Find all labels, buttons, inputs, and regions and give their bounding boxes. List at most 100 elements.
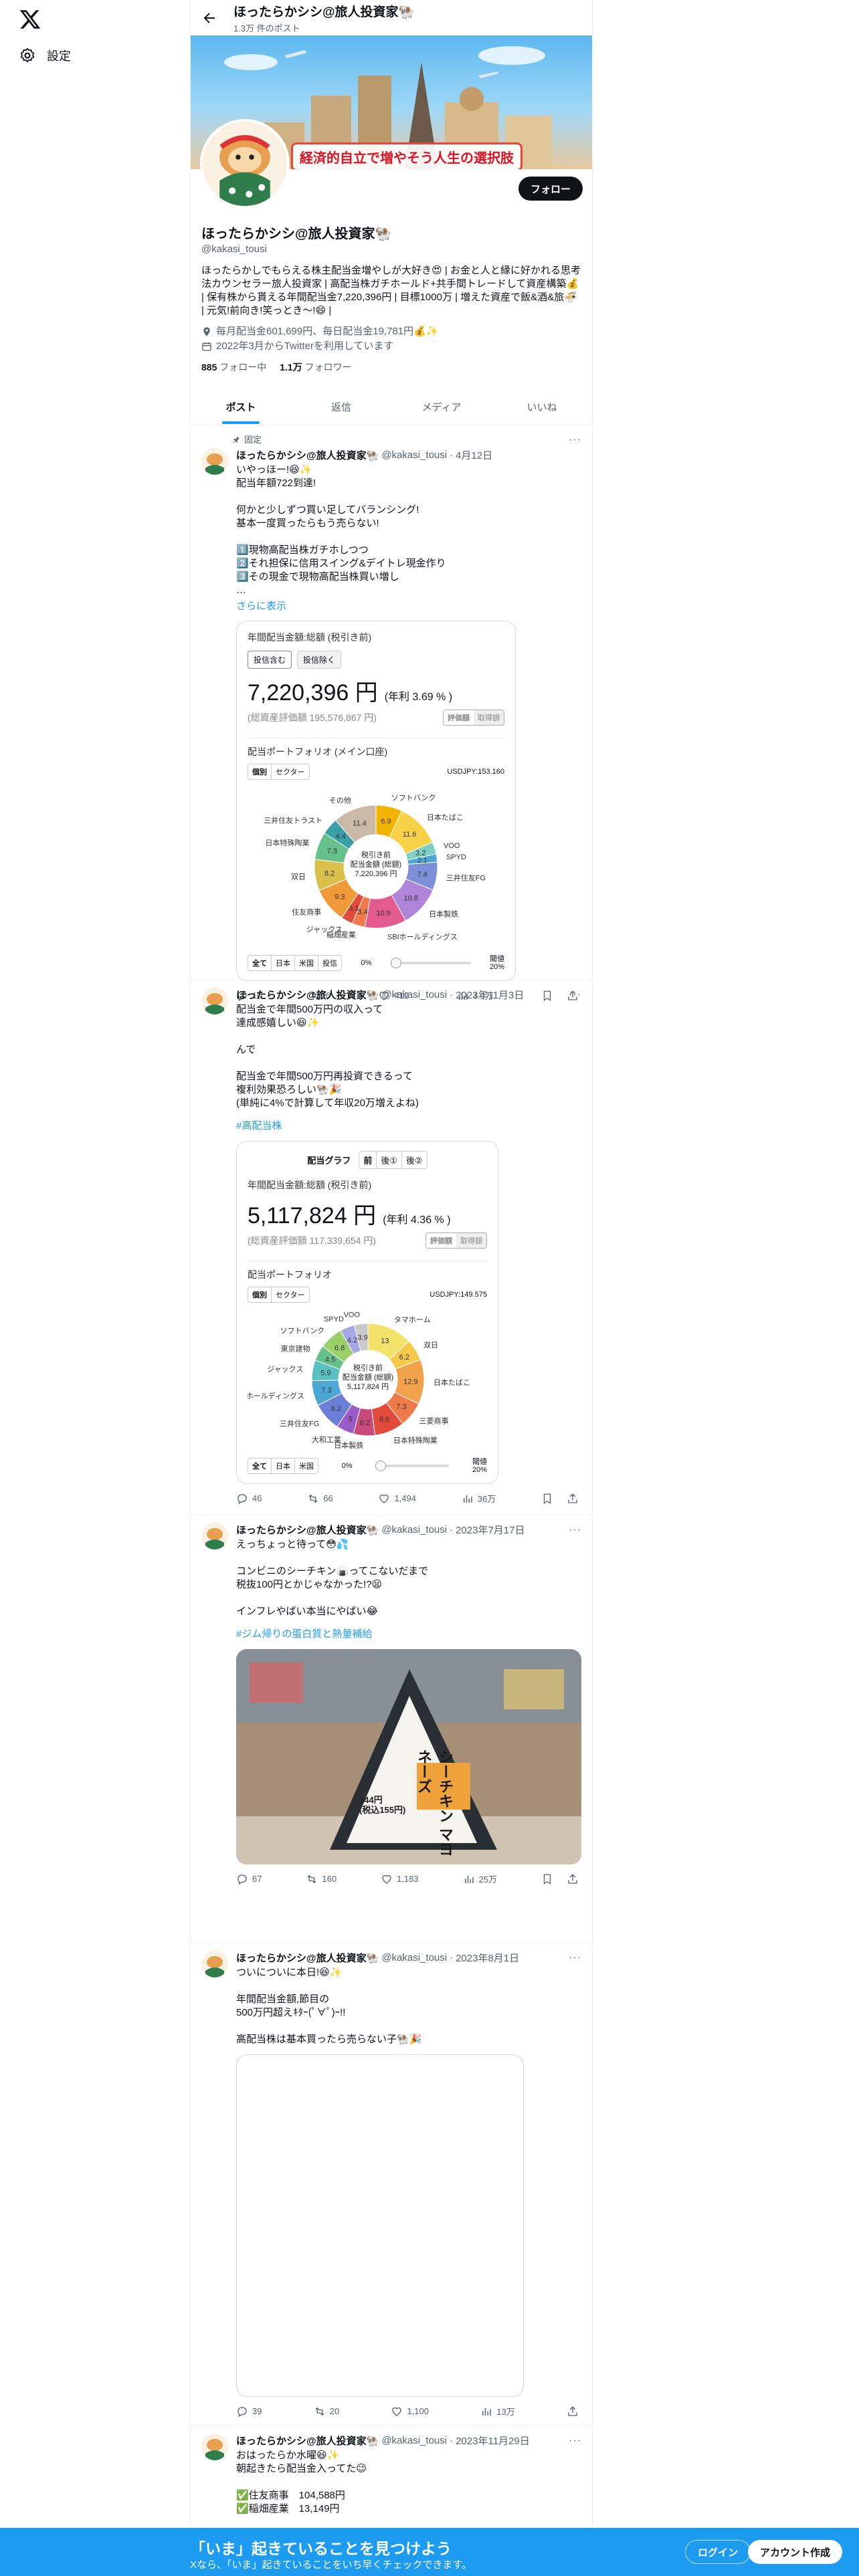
share-icon[interactable]	[567, 1873, 579, 1885]
followers-link[interactable]: 1.1万 フォロワー	[280, 360, 351, 374]
tweet-date[interactable]: 2023年11月29日	[456, 2434, 530, 2448]
reply-button[interactable]: 67	[236, 1872, 262, 1885]
tweet-avatar[interactable]	[201, 988, 228, 1014]
slice-category-label: 住友商事	[292, 907, 321, 916]
tweet[interactable]: ··· ほったらかシシ@旅人投資家🐏 @kakasi_tousi · 2023年…	[191, 1943, 592, 2426]
tab-japan: 日本	[272, 1459, 295, 1473]
retweet-button[interactable]: 66	[307, 1492, 333, 1505]
slice-value-label: 8.6	[379, 1416, 389, 1424]
dividend-card[interactable]: 年間配当金額:総額 (税引き前) 投信含む 投信除く 7,220,396 円 (…	[236, 621, 516, 981]
tab-likes[interactable]: いいね	[492, 390, 592, 424]
onigiri-photo[interactable]: シーチキン マヨネーズ 144円 (税込155円)	[236, 1649, 581, 1864]
tweet-avatar[interactable]	[201, 1523, 228, 1549]
heart-icon	[382, 1874, 391, 1884]
profile-avatar[interactable]	[200, 119, 290, 209]
meta-row-dividend: 毎月配当金601,699円、毎日配当金19,781円💰✨	[201, 324, 581, 339]
graph-tabs: 前 後① 後②	[359, 1151, 427, 1169]
dividend-card[interactable]: 配当グラフ 前 後① 後② 年間配当金額:総額 (税引き前) 5,117,824…	[236, 1141, 498, 1484]
tab-all: 全て	[248, 956, 272, 970]
views-icon	[482, 2407, 491, 2416]
tweet-more-icon[interactable]: ···	[569, 1952, 581, 1964]
views-button[interactable]: 36万	[462, 1492, 496, 1505]
slice-category-label: 三井住友FG	[280, 1419, 319, 1428]
annual-dividend: 7,220,396 円 (年利 3.69 % )	[248, 674, 504, 707]
login-button[interactable]: ログイン	[685, 2540, 751, 2564]
tweet-more-icon[interactable]: ···	[569, 989, 581, 1001]
bookmark-icon[interactable]	[541, 1493, 553, 1505]
share-icon[interactable]	[567, 2405, 579, 2418]
view-count: 13万	[496, 2407, 515, 2417]
follow-button[interactable]: フォロー	[518, 177, 583, 201]
profile-bio: ほったらかしでもらえる株主配当金増やしが大好き😍 | お金と人と縁に好かれる思考…	[201, 265, 581, 316]
retweet-button[interactable]: 20	[314, 2405, 339, 2418]
slider-label: 閾値	[489, 955, 504, 963]
slider-max-block: 閾値 20%	[472, 1458, 487, 1474]
tweet-date[interactable]: 4月12日	[456, 448, 492, 462]
tweet-avatar[interactable]	[201, 2434, 228, 2460]
tweet[interactable]: ··· ほったらかシシ@旅人投資家🐏 @kakasi_tousi · 2023年…	[191, 980, 592, 1515]
tweet-author-name[interactable]: ほったらかシシ@旅人投資家🐏	[236, 1523, 379, 1537]
tweet-more-icon[interactable]: ···	[569, 434, 581, 446]
tweet-author-name[interactable]: ほったらかシシ@旅人投資家🐏	[236, 448, 379, 462]
tweet-text: いやっほー!😆✨ 配当年額722到達! 何かと少しずつ買い足してバランシング! …	[236, 464, 446, 596]
slider-min: 0%	[341, 1462, 353, 1470]
tweet-author-name[interactable]: ほったらかシシ@旅人投資家🐏	[236, 2434, 379, 2448]
tab-media[interactable]: メディア	[391, 390, 492, 424]
onigiri-image	[236, 1649, 581, 1864]
signup-banner: 「いま」起きていることを見つけよう Xなら、「いま」起きていることをいち早くチェ…	[0, 2528, 859, 2576]
banner-slogan: 経済的自立で増やそう人生の選択肢	[291, 142, 522, 169]
card-footer: 全て 日本 米国 0% 閾値 20%	[248, 1458, 487, 1474]
price-with-tax: (税込155円)	[359, 1805, 406, 1815]
tweet-author-name[interactable]: ほったらかシシ@旅人投資家🐏	[236, 988, 379, 1002]
like-count: 1,100	[407, 2406, 429, 2416]
like-button[interactable]: 1,100	[391, 2405, 429, 2418]
tweet-author-handle: @kakasi_tousi	[381, 1952, 448, 1963]
views-button[interactable]: 13万	[480, 2405, 515, 2418]
bookmark-and-share	[541, 1872, 579, 1885]
media-placeholder[interactable]	[236, 2054, 524, 2397]
reply-button[interactable]: 46	[236, 1492, 262, 1505]
slice-category-label: 三井住友FG	[446, 873, 486, 883]
tweet[interactable]: ··· ほったらかシシ@旅人投資家🐏 @kakasi_tousi · 2023年…	[191, 1515, 592, 1943]
like-button[interactable]: 1,494	[378, 1492, 416, 1505]
reply-icon	[237, 1874, 247, 1885]
tweet-date[interactable]: 2023年8月1日	[456, 1951, 519, 1965]
tab-replies[interactable]: 返信	[291, 390, 391, 424]
signup-subtitle: Xなら、「いま」起きていることをいち早くチェックできます。	[190, 2559, 472, 2571]
tweet-author-name[interactable]: ほったらかシシ@旅人投資家🐏	[236, 1951, 379, 1965]
bookmark-icon[interactable]	[541, 1873, 553, 1885]
slice-category-label: ジャックス	[306, 925, 343, 934]
tweet-date[interactable]: 2023年7月17日	[456, 1523, 524, 1537]
following-link[interactable]: 885 フォロー中	[201, 360, 266, 374]
toggle-valuation: 評価額	[444, 710, 474, 725]
like-button[interactable]: 1,183	[381, 1872, 419, 1885]
show-more-link[interactable]: さらに表示	[236, 599, 581, 613]
settings-link[interactable]: 設定	[19, 47, 71, 64]
retweet-button[interactable]: 160	[306, 1872, 337, 1885]
views-button[interactable]: 25万	[463, 1872, 497, 1885]
dividend-rate: (年利 4.36 % )	[383, 1214, 451, 1226]
slice-value-label: 9.3	[335, 893, 345, 901]
reply-button[interactable]: 39	[236, 2405, 262, 2418]
tweet-more-icon[interactable]: ···	[569, 2435, 581, 2447]
tab-all: 全て	[248, 1459, 272, 1473]
tweet-more-icon[interactable]: ···	[569, 1524, 581, 1536]
x-logo-icon[interactable]	[19, 8, 41, 31]
donut-center-label: 配当金額 (総額)	[343, 1372, 393, 1382]
following-label: フォロー中	[219, 362, 267, 372]
tab-posts[interactable]: ポスト	[191, 390, 291, 424]
back-arrow-icon[interactable]	[201, 10, 217, 26]
tweet-avatar[interactable]	[201, 448, 228, 475]
hashtag-link[interactable]: #ジム帰りの蛋白質と熱量補給	[236, 1628, 581, 1641]
signup-title: 「いま」起きていることを見つけよう	[190, 2540, 452, 2557]
slice-category-label: 日本たばこ	[427, 813, 464, 822]
tweet[interactable]: 固定 ··· ほったらかシシ@旅人投資家🐏 @kakasi_tousi · 4月…	[191, 425, 592, 1001]
toggle-valuation: 評価額	[426, 1233, 456, 1248]
donut-svg: 13 タマホーム 6.2 双日 12.9 日本たばこ 7.3 三菱商事 8.6 日本特殊陶業 6.2…	[237, 1311, 470, 1450]
dividend-amount: 7,220,396 円	[248, 680, 378, 706]
share-icon[interactable]	[567, 1493, 579, 1505]
signup-button[interactable]: アカウント作成	[748, 2540, 843, 2564]
tweet-avatar[interactable]	[201, 1951, 228, 1977]
tweet-date[interactable]: 2023年11月3日	[456, 988, 524, 1002]
hashtag-link[interactable]: #高配当株	[236, 1119, 581, 1133]
